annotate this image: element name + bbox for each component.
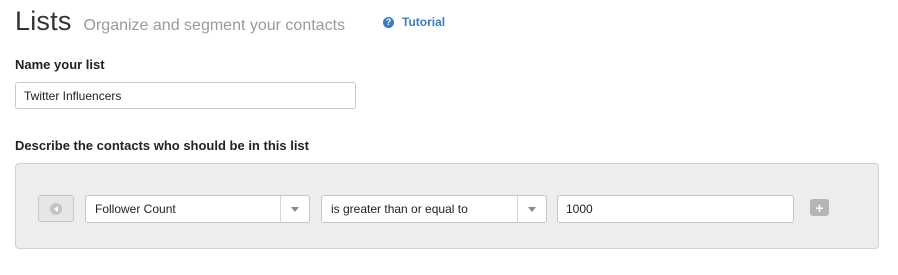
operator-select-value: is greater than or equal to — [331, 202, 468, 216]
describe-contacts-label: Describe the contacts who should be in t… — [15, 138, 309, 153]
operator-select[interactable]: is greater than or equal to — [321, 195, 547, 223]
tutorial-link[interactable]: ? Tutorial — [383, 15, 445, 29]
page-header: Lists Organize and segment your contacts — [15, 6, 345, 38]
page-title: Lists — [15, 6, 72, 36]
chevron-down-icon — [517, 196, 546, 222]
chevron-down-icon — [280, 196, 309, 222]
tutorial-label: Tutorial — [402, 15, 446, 29]
field-select[interactable]: Follower Count — [85, 195, 310, 223]
list-name-label: Name your list — [15, 57, 105, 72]
field-select-value: Follower Count — [95, 202, 176, 216]
list-name-input[interactable] — [15, 82, 356, 109]
help-circle-icon: ? — [383, 16, 394, 28]
remove-rule-icon — [50, 202, 62, 215]
page-subtitle: Organize and segment your contacts — [83, 17, 346, 34]
add-rule-button[interactable]: + — [810, 199, 829, 216]
plus-icon: + — [815, 199, 824, 216]
rule-value-input[interactable] — [557, 195, 794, 223]
remove-rule-button[interactable] — [38, 195, 74, 222]
